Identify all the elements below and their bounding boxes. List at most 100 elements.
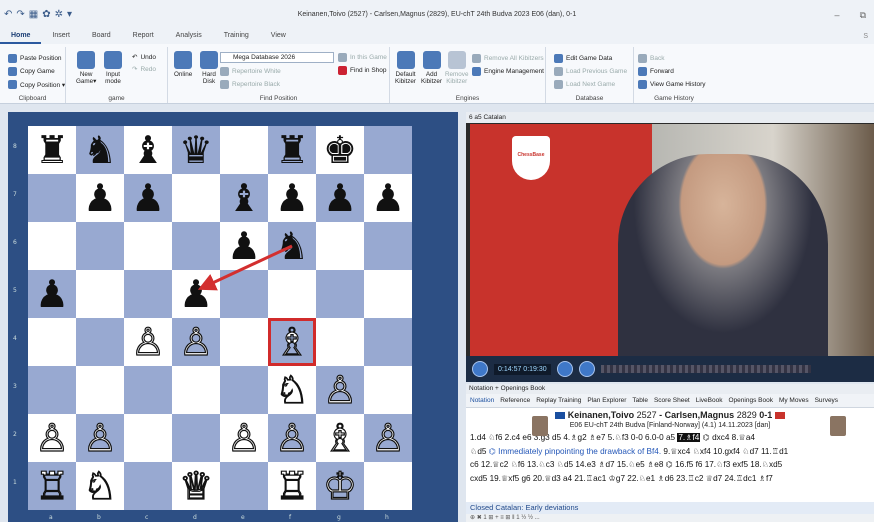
minimize-button[interactable]: – [835, 10, 840, 21]
square-h4[interactable] [364, 318, 412, 366]
piece-g1[interactable]: ♔ [322, 466, 357, 505]
repertoire-white-button[interactable]: Repertoire White [220, 67, 281, 76]
piece-d8[interactable]: ♛ [179, 131, 213, 169]
square-c2[interactable] [124, 414, 172, 462]
add-kibitzer-button[interactable]: Add Kibitzer [421, 51, 442, 85]
square-d8[interactable]: ♛ [172, 126, 220, 174]
square-f5[interactable] [268, 270, 316, 318]
online-button[interactable]: Online [174, 51, 192, 78]
square-g1[interactable]: ♔ g [316, 462, 364, 521]
square-e2[interactable]: ♙ [220, 414, 268, 462]
tab-reference[interactable]: Reference [500, 397, 530, 404]
piece-b8[interactable]: ♞ [83, 131, 117, 169]
chessboard[interactable]: ♜ 8 ♞ ♝ ♛ ♜ ♚ 7 ♟ ♟ ♝ ♟ ♟ ♟ 6 ♟ ♞ ♟ 5 ♟ 4 ♙ ♙ ♗ 3 ♘ ♙ ♙ 2 ♙ ♙ ♙ ♗ ♙ ♖ 1 a ♘ b c… [13, 126, 412, 521]
piece-b7[interactable]: ♟ [83, 179, 117, 217]
load-previous-game-button[interactable]: Load Previous Game [554, 67, 627, 76]
hard-disk-button[interactable]: Hard Disk [200, 51, 218, 85]
copy-game-button[interactable]: Copy Game [8, 67, 55, 76]
piece-g7[interactable]: ♟ [323, 179, 357, 217]
square-e3[interactable] [220, 366, 268, 414]
square-a7[interactable]: 7 [13, 174, 76, 222]
forward-button[interactable]: Forward [638, 67, 674, 76]
piece-f8[interactable]: ♜ [275, 131, 309, 169]
new-game-button[interactable]: New Game▾ [76, 51, 96, 85]
tab-report[interactable]: Report [122, 28, 165, 44]
square-e4[interactable] [220, 318, 268, 366]
square-g6[interactable] [316, 222, 364, 270]
fast-forward-button[interactable] [578, 361, 595, 377]
square-c6[interactable] [124, 222, 172, 270]
square-f3[interactable]: ♘ [268, 366, 316, 414]
input-mode-button[interactable]: Input mode [104, 51, 122, 85]
piece-c8[interactable]: ♝ [131, 131, 165, 169]
square-h5[interactable] [364, 270, 412, 318]
piece-h7[interactable]: ♟ [371, 179, 405, 217]
tab-home[interactable]: Home [0, 28, 42, 44]
piece-a2[interactable]: ♙ [34, 418, 69, 457]
in-this-game-button[interactable]: In this Game [338, 53, 387, 62]
square-h2[interactable]: ♙ [364, 414, 412, 462]
seek-bar[interactable] [600, 365, 811, 373]
tab-insert[interactable]: Insert [41, 28, 81, 44]
video-frame[interactable]: ChessBase [470, 124, 874, 356]
square-a1[interactable]: ♖ 1 a [13, 462, 76, 521]
piece-e7[interactable]: ♝ [227, 179, 261, 217]
square-f8[interactable]: ♜ [268, 126, 316, 174]
square-g8[interactable]: ♚ [316, 126, 364, 174]
piece-b1[interactable]: ♘ [82, 466, 117, 505]
paste-position-button[interactable]: Paste Position [8, 54, 62, 63]
square-b1[interactable]: ♘ b [76, 462, 124, 521]
square-f2[interactable]: ♙ [268, 414, 316, 462]
tab-board[interactable]: Board [81, 28, 122, 44]
tab-plan-explorer[interactable]: Plan Explorer [587, 397, 626, 404]
square-h1[interactable]: h [364, 462, 412, 521]
square-c7[interactable]: ♟ [124, 174, 172, 222]
square-g5[interactable] [316, 270, 364, 318]
square-h7[interactable]: ♟ [364, 174, 412, 222]
piece-g3[interactable]: ♙ [322, 370, 357, 409]
square-b4[interactable] [76, 318, 124, 366]
default-kibitzer-button[interactable]: Default Kibitzer [395, 51, 416, 85]
notation-toolbar[interactable]: ⊕ ✖ 1 ⊞ + ≡ ⊞ ‖ 1 ½ ½ ... [466, 514, 874, 522]
view-game-history-button[interactable]: View Game History [638, 80, 706, 89]
rewind-button[interactable] [556, 361, 573, 377]
square-d2[interactable] [172, 414, 220, 462]
piece-f2[interactable]: ♙ [274, 418, 309, 457]
piece-g8[interactable]: ♚ [323, 131, 357, 169]
square-g2[interactable]: ♗ [316, 414, 364, 462]
piece-c7[interactable]: ♟ [131, 179, 165, 217]
square-b6[interactable] [76, 222, 124, 270]
piece-a5[interactable]: ♟ [35, 275, 69, 313]
piece-h2[interactable]: ♙ [370, 418, 405, 457]
square-b5[interactable] [76, 270, 124, 318]
tab-view[interactable]: View [260, 28, 297, 44]
square-c8[interactable]: ♝ [124, 126, 172, 174]
square-a6[interactable]: 6 [13, 222, 76, 270]
square-d7[interactable] [172, 174, 220, 222]
tab-score-sheet[interactable]: Score Sheet [654, 397, 690, 404]
square-g4[interactable] [316, 318, 364, 366]
square-f7[interactable]: ♟ [268, 174, 316, 222]
square-g7[interactable]: ♟ [316, 174, 364, 222]
find-in-shop-button[interactable]: Find in Shop [338, 66, 387, 75]
tab-training[interactable]: Training [213, 28, 260, 44]
tab-surveys[interactable]: Surveys [815, 397, 838, 404]
square-c1[interactable]: c [124, 462, 172, 521]
square-h6[interactable] [364, 222, 412, 270]
piece-d4[interactable]: ♙ [178, 322, 213, 361]
tab-notation[interactable]: Notation [470, 397, 494, 404]
square-a5[interactable]: ♟ 5 [13, 270, 76, 318]
square-e8[interactable] [220, 126, 268, 174]
square-b8[interactable]: ♞ [76, 126, 124, 174]
piece-f3[interactable]: ♘ [274, 370, 309, 409]
piece-g2[interactable]: ♗ [322, 418, 357, 457]
copy-position-button[interactable]: Copy Position ▾ [8, 80, 65, 89]
piece-c4[interactable]: ♙ [130, 322, 165, 361]
database-select[interactable]: Mega Database 2026 [220, 52, 334, 63]
square-h3[interactable] [364, 366, 412, 414]
load-next-game-button[interactable]: Load Next Game [554, 80, 615, 89]
square-a8[interactable]: ♜ 8 [13, 126, 76, 174]
restore-button[interactable]: ⧉ [860, 10, 866, 21]
repertoire-black-button[interactable]: Repertoire Black [220, 80, 280, 89]
square-g3[interactable]: ♙ [316, 366, 364, 414]
